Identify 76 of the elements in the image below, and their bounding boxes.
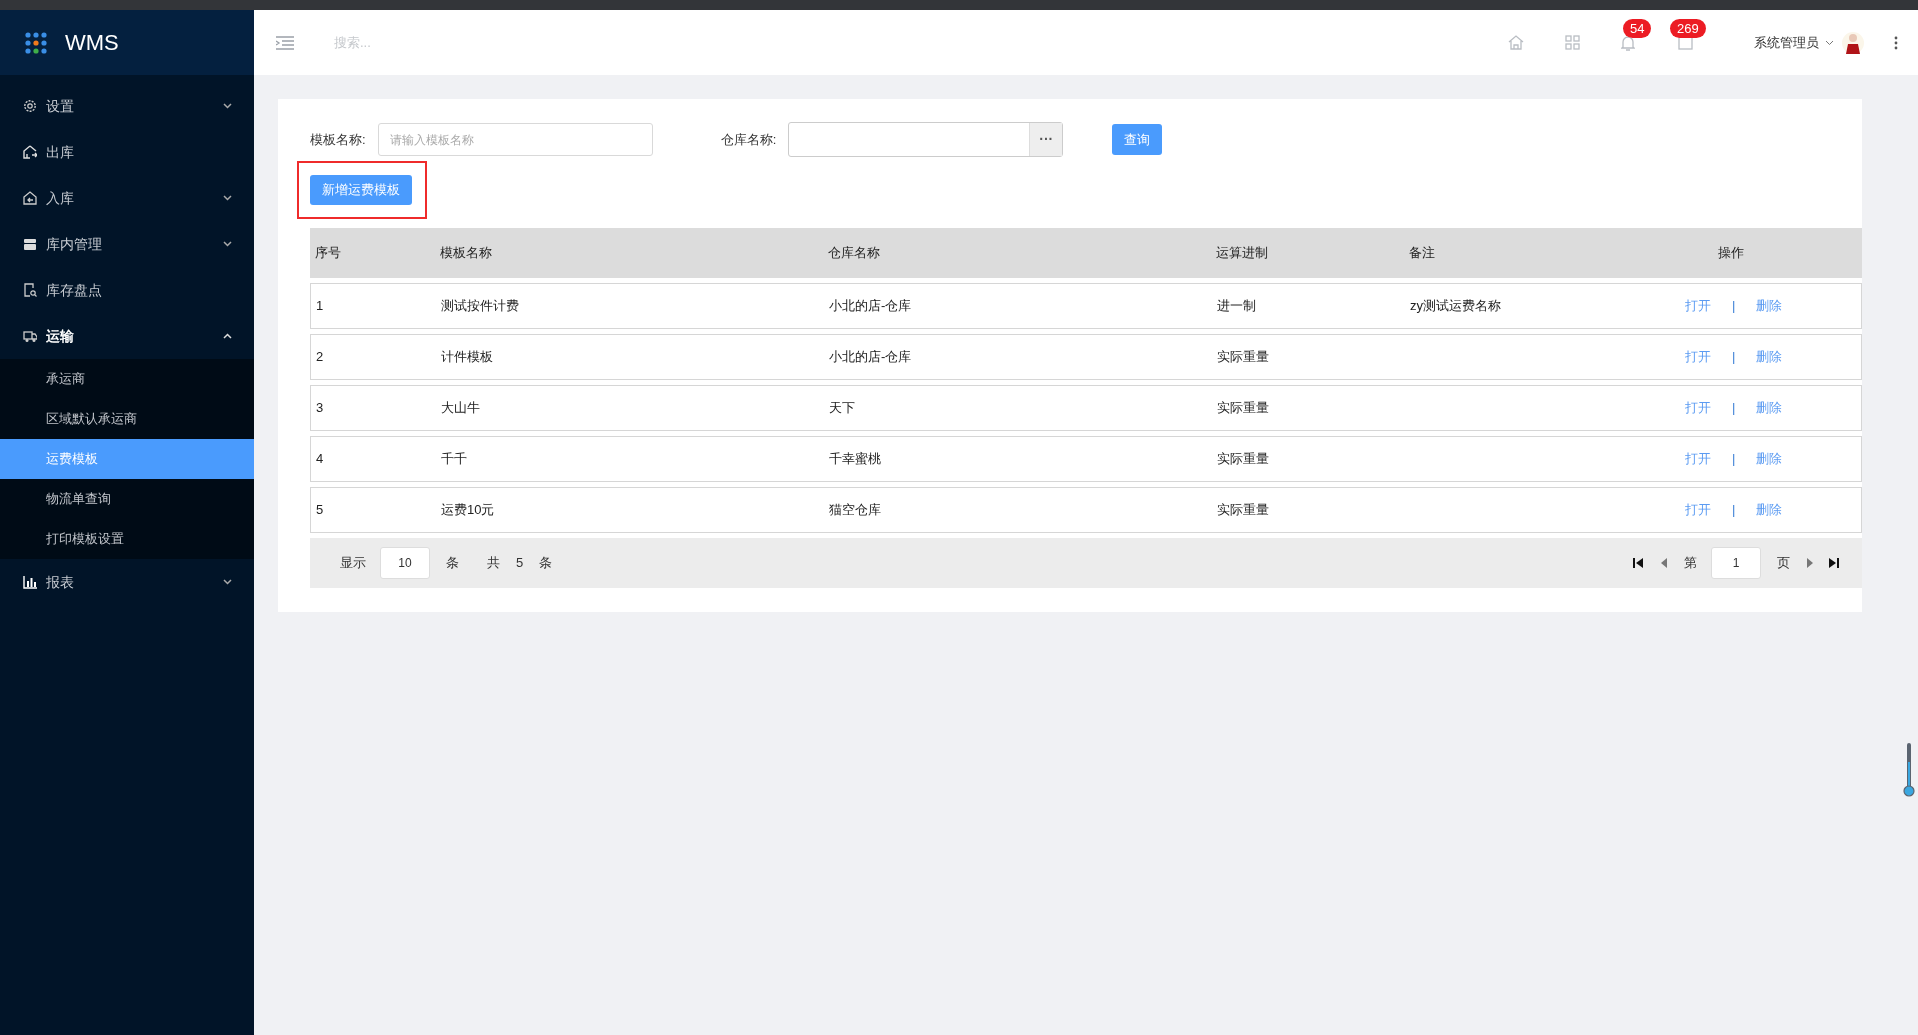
table-cell-text: 2 xyxy=(315,348,325,367)
submenu-item[interactable]: 区域默认承运商 xyxy=(0,399,254,439)
sidebar-item[interactable]: 入库 xyxy=(0,175,254,221)
last-page-icon[interactable] xyxy=(1828,557,1840,569)
table-cell-text: 5 xyxy=(315,501,325,520)
table-cell-text: zy测试运费名称 xyxy=(1410,297,1502,316)
user-menu[interactable]: 系统管理员 xyxy=(1754,32,1834,53)
unit-label: 条 xyxy=(446,554,459,573)
page-size-label: 显示 xyxy=(340,554,366,573)
truck-icon xyxy=(23,329,37,343)
separator: | xyxy=(1732,450,1736,469)
total-count: 5 xyxy=(516,554,524,573)
chevron-down-icon xyxy=(1825,39,1834,46)
column-header: 模板名称 xyxy=(440,244,493,263)
table-cell-text: 进一制 xyxy=(1217,297,1257,316)
thermometer-icon[interactable] xyxy=(1903,742,1915,798)
document-search-icon xyxy=(23,283,37,297)
search-field[interactable]: 搜索... xyxy=(334,32,634,53)
outbound-icon xyxy=(23,145,37,159)
table-cell-text: 计件模板 xyxy=(441,348,494,367)
page-label: 第 xyxy=(1684,554,1697,573)
drawer-icon xyxy=(23,237,37,251)
warehouse-picker-field[interactable]: ··· xyxy=(788,122,1064,157)
sidebar-item[interactable]: 库存盘点 xyxy=(0,267,254,313)
table-cell-text: 实际重量 xyxy=(1217,501,1270,520)
page-size-field[interactable]: 10 xyxy=(380,547,430,579)
bar-chart-icon xyxy=(23,575,37,589)
submenu-item[interactable]: 承运商 xyxy=(0,359,254,399)
separator: | xyxy=(1732,501,1736,520)
bell-icon[interactable] xyxy=(1621,34,1635,51)
separator: | xyxy=(1732,348,1736,367)
column-header: 备注 xyxy=(1409,244,1436,263)
gear-icon xyxy=(23,99,37,113)
app-title: WMS xyxy=(65,29,119,57)
table-cell-text: 实际重量 xyxy=(1217,450,1270,469)
first-page-icon[interactable] xyxy=(1632,557,1644,569)
column-header: 序号 xyxy=(314,244,342,263)
notification-badge: 54 xyxy=(1623,18,1652,38)
table-cell-text: 实际重量 xyxy=(1217,399,1270,418)
table-cell-text: 小北的店-仓库 xyxy=(829,297,913,316)
table-cell-text: 运费10元 xyxy=(441,501,496,520)
more-icon[interactable] xyxy=(1894,35,1898,50)
submenu-item[interactable]: 物流单查询 xyxy=(0,479,254,519)
template-name-field[interactable]: 请输入模板名称 xyxy=(377,123,653,156)
column-header: 仓库名称 xyxy=(828,244,881,263)
message-badge: 269 xyxy=(1670,18,1706,38)
table-cell-text: 千千 xyxy=(441,450,468,469)
table-cell-text: 大山牛 xyxy=(441,399,481,418)
column-header: 运算进制 xyxy=(1216,244,1269,263)
unit-label: 条 xyxy=(539,554,553,573)
sidebar-item[interactable]: 出库 xyxy=(0,129,254,175)
page-number-field[interactable]: 1 xyxy=(1711,547,1761,579)
table-cell-text: 猫空仓库 xyxy=(829,501,882,520)
logo-icon xyxy=(25,31,47,54)
table-cell-text: 千幸蜜桃 xyxy=(829,450,882,469)
separator: | xyxy=(1732,399,1736,418)
table-cell-text: 3 xyxy=(315,399,325,418)
page-unit-label: 页 xyxy=(1777,554,1790,573)
table-cell-text: 测试按件计费 xyxy=(441,297,520,316)
sidebar-item[interactable]: 运输 xyxy=(0,313,254,359)
inbound-icon xyxy=(23,191,37,205)
sidebar-item[interactable]: 设置 xyxy=(0,83,254,129)
sidebar-item[interactable]: 库内管理 xyxy=(0,221,254,267)
table-cell-text: 4 xyxy=(315,450,325,469)
table-cell-text: 天下 xyxy=(829,399,856,418)
separator: | xyxy=(1732,297,1736,316)
table-cell-text: 小北的店-仓库 xyxy=(829,348,913,367)
submenu-item[interactable]: 打印模板设置 xyxy=(0,519,254,559)
column-header: 操作 xyxy=(1716,244,1745,263)
sidebar-item[interactable]: 报表 xyxy=(0,559,254,605)
field-label: 模板名称: xyxy=(310,130,366,149)
table-cell-text: 实际重量 xyxy=(1217,348,1270,367)
field-label: 仓库名称: xyxy=(720,130,777,149)
table-cell-text: 1 xyxy=(315,297,325,316)
avatar-icon[interactable] xyxy=(1842,30,1864,55)
total-label: 共 xyxy=(487,554,500,573)
